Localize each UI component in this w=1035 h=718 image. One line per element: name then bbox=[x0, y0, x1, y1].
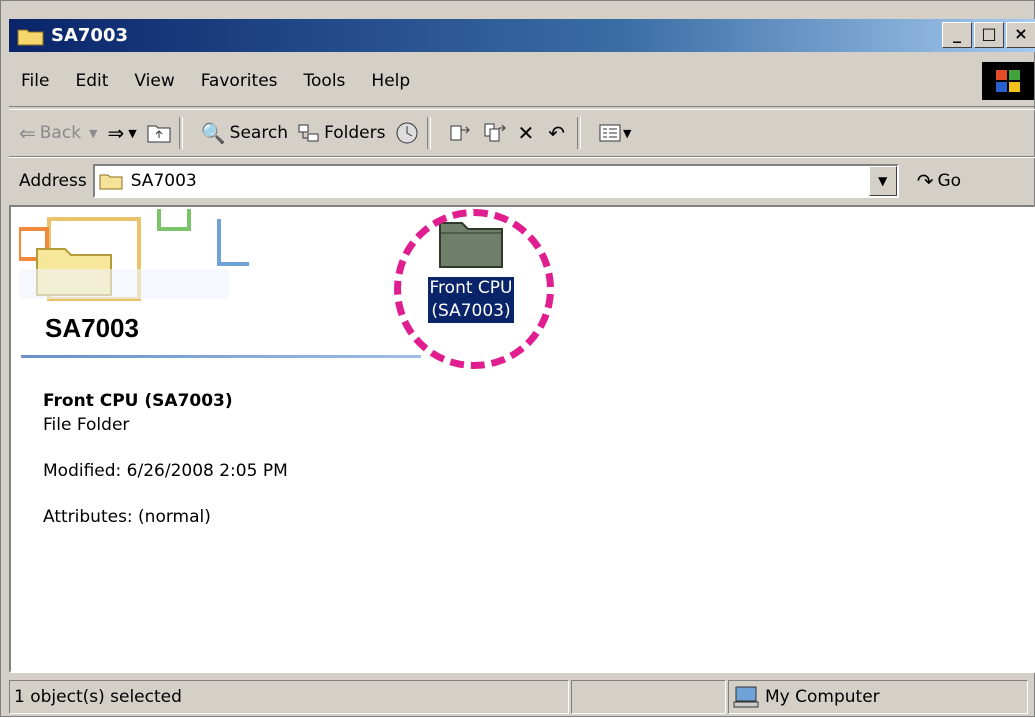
back-button[interactable]: ⇐ Back ▼ bbox=[19, 121, 98, 145]
back-dropdown-icon[interactable]: ▼ bbox=[89, 127, 97, 140]
close-button[interactable]: × bbox=[1006, 22, 1035, 48]
toolbar: ⇐ Back ▼ ⇒ ▼ 🔍 Search Folders ✕ ↶ ▼ bbox=[9, 109, 1035, 157]
folder-icon bbox=[17, 29, 44, 45]
copy-to-button[interactable] bbox=[483, 122, 507, 144]
up-folder-icon bbox=[147, 125, 171, 143]
status-empty-panel bbox=[571, 680, 726, 714]
go-arrow-icon: ↷ bbox=[916, 169, 934, 193]
views-icon bbox=[599, 124, 621, 142]
history-icon bbox=[396, 122, 418, 144]
details-modified: Modified: 6/26/2008 2:05 PM bbox=[43, 461, 288, 481]
back-label: Back bbox=[39, 123, 82, 143]
highlight-circle bbox=[394, 209, 554, 369]
folders-button[interactable]: Folders bbox=[298, 123, 385, 143]
forward-arrow-icon: ⇒ bbox=[107, 121, 125, 145]
forward-dropdown-icon[interactable]: ▼ bbox=[128, 127, 136, 140]
folders-icon bbox=[298, 124, 319, 142]
copy-to-icon bbox=[484, 123, 507, 142]
back-arrow-icon: ⇐ bbox=[19, 121, 36, 145]
undo-button[interactable]: ↶ bbox=[548, 121, 569, 145]
status-left-text: 1 object(s) selected bbox=[14, 687, 182, 707]
address-input[interactable]: SA7003 ▼ bbox=[92, 164, 899, 198]
folders-label: Folders bbox=[324, 123, 386, 143]
toolbar-separator bbox=[178, 117, 183, 149]
explorer-window: SA7003 _ □ × File Edit View Favorites To… bbox=[0, 0, 1035, 717]
maximize-button[interactable]: □ bbox=[974, 22, 1004, 48]
toolbar-separator bbox=[577, 117, 581, 149]
forward-button[interactable]: ⇒ ▼ bbox=[108, 121, 137, 145]
search-button[interactable]: 🔍 Search bbox=[201, 121, 288, 145]
status-bar: 1 object(s) selected My Computer bbox=[9, 677, 1035, 718]
address-bar: Address SA7003 ▼ ↷ Go bbox=[9, 157, 1035, 204]
details-type: File Folder bbox=[43, 415, 130, 435]
go-label: Go bbox=[937, 171, 962, 191]
menu-edit[interactable]: Edit bbox=[75, 71, 108, 91]
views-button[interactable]: ▼ bbox=[599, 123, 631, 143]
status-zone: My Computer bbox=[728, 680, 1028, 714]
folder-icon bbox=[99, 174, 123, 190]
search-label: Search bbox=[229, 123, 289, 143]
address-value: SA7003 bbox=[130, 171, 197, 191]
my-computer-icon bbox=[733, 686, 759, 708]
status-selection: 1 object(s) selected bbox=[9, 680, 569, 714]
delete-button[interactable]: ✕ bbox=[517, 121, 538, 145]
search-icon: 🔍 bbox=[200, 121, 226, 145]
minimize-button[interactable]: _ bbox=[942, 22, 972, 48]
details-name: Front CPU (SA7003) bbox=[43, 391, 233, 411]
menu-tools[interactable]: Tools bbox=[304, 71, 346, 91]
move-to-button[interactable] bbox=[449, 122, 473, 144]
go-button[interactable]: ↷ Go bbox=[917, 169, 961, 193]
history-button[interactable] bbox=[395, 121, 419, 145]
menu-bar: File Edit View Favorites Tools Help bbox=[9, 56, 1035, 107]
delete-icon: ✕ bbox=[517, 121, 535, 145]
window-title: SA7003 bbox=[51, 25, 128, 46]
status-right-text: My Computer bbox=[765, 687, 880, 707]
menu-favorites[interactable]: Favorites bbox=[201, 71, 278, 91]
menu-help[interactable]: Help bbox=[371, 71, 410, 91]
details-attributes: Attributes: (normal) bbox=[43, 507, 211, 527]
toolbar-separator bbox=[427, 117, 432, 149]
details-pane: Front CPU (SA7003) File Folder Modified:… bbox=[43, 389, 288, 529]
windows-logo-icon bbox=[982, 62, 1034, 100]
folder-content: SA7003 Front CPU (SA7003) File Folder Mo… bbox=[9, 205, 1035, 673]
views-dropdown-icon[interactable]: ▼ bbox=[623, 127, 631, 140]
title-bar[interactable]: SA7003 _ □ × bbox=[9, 19, 1035, 52]
up-folder-button[interactable] bbox=[147, 123, 171, 143]
banner-divider bbox=[21, 355, 421, 358]
address-dropdown-icon[interactable]: ▼ bbox=[868, 166, 897, 196]
folder-title: SA7003 bbox=[45, 313, 139, 343]
address-label: Address bbox=[19, 171, 87, 191]
menu-file[interactable]: File bbox=[21, 71, 49, 91]
menu-view[interactable]: View bbox=[134, 71, 174, 91]
undo-icon: ↶ bbox=[548, 121, 565, 145]
move-to-icon bbox=[450, 125, 471, 141]
